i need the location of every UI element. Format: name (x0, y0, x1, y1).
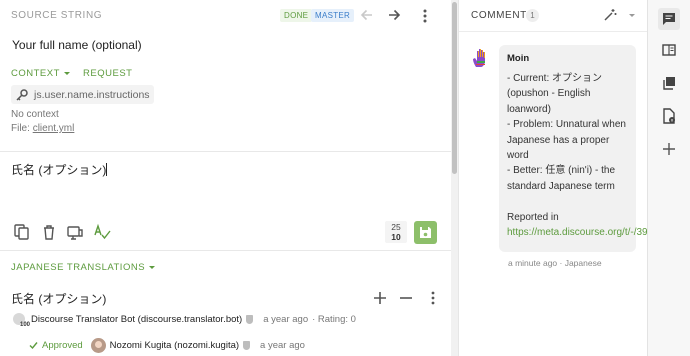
copy-icon (663, 77, 675, 90)
machine-translate-icon[interactable] (66, 223, 84, 241)
comments-count: 1 (526, 9, 539, 22)
comment-meta: a minute ago · Japanese (508, 258, 602, 268)
plus-icon (663, 143, 675, 155)
sidebar-item-add[interactable] (658, 138, 680, 160)
avatar: 100 (13, 313, 30, 328)
right-sidebar (647, 0, 690, 356)
file-link[interactable]: client.yml (33, 123, 75, 134)
avatar (90, 337, 106, 353)
string-key-chip: js.user.name.instructions (11, 85, 154, 104)
check-icon (29, 341, 38, 349)
rating: · Rating: 0 (312, 313, 356, 325)
approved-label: Approved (42, 339, 83, 351)
more-vertical-icon[interactable] (418, 7, 432, 25)
done-badge: DONE (280, 9, 313, 22)
master-badge: MASTER (311, 9, 355, 22)
tab-context-label: CONTEXT (11, 68, 60, 79)
source-title: SOURCE STRING (11, 10, 103, 21)
translations-header[interactable]: JAPANESE TRANSLATIONS (11, 262, 156, 273)
comments-title: COMMENTS (471, 10, 535, 21)
tab-request[interactable]: REQUEST (83, 68, 132, 79)
comment-body: - Current: オプション (opushon - English loan… (507, 71, 670, 240)
source-header: SOURCE STRING DONE MASTER (0, 0, 451, 32)
sidebar-item-history[interactable] (658, 72, 680, 94)
plus-icon[interactable] (372, 290, 388, 306)
chevron-down-icon (63, 71, 70, 75)
shield-icon (246, 314, 254, 324)
file-line: File: client.yml (11, 123, 74, 134)
avatar (473, 49, 485, 67)
translations-title: JAPANESE TRANSLATIONS (11, 262, 146, 273)
no-context-text: No context (11, 109, 59, 120)
approver-time: a year ago (260, 339, 305, 351)
comment-author[interactable]: Moin (507, 53, 628, 64)
comments-panel: COMMENTS 1 Moin - Current: オプション (opusho… (459, 0, 670, 356)
context-tabs: CONTEXT REQUEST (11, 68, 132, 79)
scrollbar-thumb[interactable] (452, 2, 457, 174)
chevron-down-icon (149, 265, 156, 269)
divider (0, 151, 451, 152)
editor-text: 氏名 (オプション) (11, 163, 107, 177)
save-icon (420, 227, 431, 238)
source-panel: SOURCE STRING DONE MASTER Your full name… (0, 0, 451, 356)
approval-row: Approved Nozomi Kugita (nozomi.kugita) a… (29, 337, 305, 353)
delete-icon[interactable] (40, 223, 58, 241)
string-key: js.user.name.instructions (34, 88, 150, 101)
counter-current: 10 (391, 232, 401, 242)
save-button[interactable] (414, 221, 437, 244)
copy-source-icon[interactable] (13, 223, 31, 241)
divider (459, 31, 647, 32)
counter-max: 25 (391, 222, 401, 232)
shield-icon (243, 340, 251, 350)
divider (0, 250, 451, 251)
source-string-text: Your full name (optional) (12, 38, 142, 52)
scrollbar[interactable] (451, 0, 458, 356)
author-time: a year ago (263, 313, 309, 325)
arrow-right-icon[interactable] (385, 6, 403, 24)
character-counter: 25 10 (385, 221, 407, 243)
arrow-left-icon[interactable] (358, 6, 376, 24)
approver-name[interactable]: Nozomi Kugita (nozomi.kugita) (110, 340, 239, 351)
book-icon (662, 44, 676, 56)
comment-link[interactable]: https://meta.discourse.org/t/-/395537 (507, 227, 670, 238)
sidebar-item-info[interactable] (658, 105, 680, 127)
chevron-down-icon[interactable] (629, 14, 635, 17)
comment-bubble: Moin - Current: オプション (opushon - English… (499, 45, 670, 252)
sidebar-item-comments[interactable] (658, 8, 680, 30)
sidebar-item-glossary[interactable] (658, 39, 680, 61)
comments-icon (663, 13, 675, 25)
avatar-badge: 100 (20, 322, 31, 328)
key-icon (16, 88, 28, 101)
comment-text: - Current: オプション (opushon - English loan… (507, 73, 626, 223)
tab-context[interactable]: CONTEXT (11, 68, 70, 79)
author-name[interactable]: Discourse Translator Bot (discourse.tran… (31, 314, 242, 325)
spellcheck-icon[interactable] (93, 223, 111, 241)
text-cursor (106, 163, 108, 176)
translation-author-row: 100 Discourse Translator Bot (discourse.… (13, 312, 356, 328)
file-prefix: File: (11, 123, 30, 134)
minus-icon[interactable] (398, 290, 414, 306)
translation-editor[interactable]: 氏名 (オプション) (11, 161, 108, 178)
magic-wand-icon[interactable] (602, 7, 618, 23)
translation-item-text: 氏名 (オプション) (11, 292, 107, 306)
file-info-icon (663, 108, 675, 124)
more-vertical-icon[interactable] (425, 290, 441, 306)
